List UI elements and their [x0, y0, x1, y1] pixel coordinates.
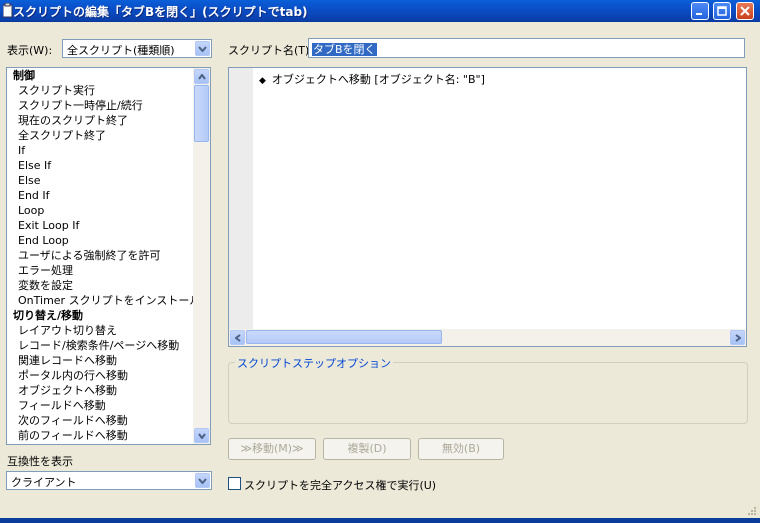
script-name-field[interactable]: タブBを閉く: [308, 38, 745, 58]
step-list-item[interactable]: レイアウト切り替え: [7, 323, 195, 338]
script-editor[interactable]: ◆ オブジェクトへ移動 [オブジェクト名: "B"]: [228, 67, 747, 347]
step-list-item[interactable]: Loop: [7, 203, 195, 218]
script-step-text: オブジェクトへ移動 [オブジェクト名: "B"]: [271, 73, 485, 86]
step-list-item[interactable]: End If: [7, 188, 195, 203]
step-list-item[interactable]: 変数を設定: [7, 278, 195, 293]
full-access-label[interactable]: スクリプトを完全アクセス権で実行(U): [244, 477, 436, 493]
chevron-left-icon: [234, 333, 241, 342]
step-handle-icon[interactable]: ◆: [259, 76, 266, 86]
step-options-group: スクリプトステップオプション: [228, 355, 748, 424]
chevron-down-icon[interactable]: [195, 41, 210, 56]
duplicate-button[interactable]: 複製(D): [323, 438, 411, 460]
script-name-value: タブBを閉く: [312, 43, 377, 56]
step-category[interactable]: 切り替え/移動: [7, 308, 195, 323]
step-list-item[interactable]: 次のフィールドへ移動: [7, 413, 195, 428]
step-list-item[interactable]: ユーザによる強制終了を許可: [7, 248, 195, 263]
script-steps-list[interactable]: 制御 スクリプト実行 スクリプト一時停止/続行 現在のスクリプト終了 全スクリプト終了 I…: [6, 67, 211, 445]
compat-label: 互換性を表示: [7, 455, 73, 468]
maximize-icon: [717, 6, 727, 16]
steps-list-items: 制御 スクリプト実行 スクリプト一時停止/続行 現在のスクリプト終了 全スクリプト終了 I…: [7, 68, 200, 443]
minimize-button[interactable]: [691, 2, 709, 20]
chevron-down-icon: [197, 432, 206, 439]
close-icon: [740, 6, 750, 16]
step-list-item[interactable]: スクリプト一時停止/続行: [7, 98, 195, 113]
view-selected-value: 全スクリプト(種類順): [67, 44, 175, 57]
step-list-item[interactable]: Else: [7, 173, 195, 188]
step-list-item[interactable]: 関連レコードへ移動: [7, 353, 195, 368]
taskbar-edge: [0, 518, 760, 523]
script-step-line[interactable]: ◆ オブジェクトへ移動 [オブジェクト名: "B"]: [259, 71, 485, 87]
scroll-thumb[interactable]: [194, 85, 209, 142]
move-button[interactable]: ≫移動(M)≫: [228, 438, 316, 460]
step-list-item[interactable]: 現在のスクリプト終了: [7, 113, 195, 128]
view-label: 表示(W):: [7, 44, 53, 57]
window-title: スクリプトの編集「タブBを閉く」(スクリプトでtab): [13, 5, 308, 19]
close-button[interactable]: [736, 2, 754, 20]
step-list-item[interactable]: End Loop: [7, 233, 195, 248]
compat-selected-value: クライアント: [11, 476, 77, 489]
step-list-item[interactable]: If: [7, 143, 195, 158]
scroll-left-button[interactable]: [230, 330, 245, 345]
editor-gutter: [229, 68, 253, 331]
step-list-item[interactable]: Exit Loop If: [7, 218, 195, 233]
step-list-item[interactable]: レコード/検索条件/ページへ移動: [7, 338, 195, 353]
step-list-item[interactable]: エラー処理: [7, 263, 195, 278]
h-scroll-thumb[interactable]: [246, 330, 442, 344]
chevron-down-icon[interactable]: [195, 473, 210, 488]
step-category[interactable]: 制御: [7, 68, 195, 83]
title-bar[interactable]: スクリプトの編集「タブBを閉く」(スクリプトでtab): [0, 0, 760, 22]
step-list-item[interactable]: ポータル内の行へ移動: [7, 368, 195, 383]
step-list-item[interactable]: 全スクリプト終了: [7, 128, 195, 143]
full-access-checkbox[interactable]: [228, 477, 241, 490]
compat-select[interactable]: クライアント: [6, 471, 212, 490]
step-list-item[interactable]: フィールドへ移動: [7, 398, 195, 413]
disable-button[interactable]: 無効(B): [418, 438, 504, 460]
resize-grip-icon[interactable]: [746, 505, 756, 515]
step-list-item[interactable]: オブジェクトへ移動: [7, 383, 195, 398]
chevron-right-icon: [734, 333, 741, 342]
scroll-down-button[interactable]: [194, 428, 209, 443]
scroll-right-button[interactable]: [730, 330, 745, 345]
chevron-up-icon: [197, 73, 206, 80]
step-list-item[interactable]: Else If: [7, 158, 195, 173]
script-name-label: スクリプト名(T):: [228, 44, 314, 57]
scroll-up-button[interactable]: [194, 69, 209, 84]
step-list-item[interactable]: OnTimer スクリプトをインストール: [7, 293, 200, 308]
view-select[interactable]: 全スクリプト(種類順): [62, 39, 212, 58]
maximize-button[interactable]: [713, 2, 731, 20]
editor-h-scrollbar[interactable]: [229, 329, 746, 346]
step-list-item[interactable]: 前のフィールドへ移動: [7, 428, 195, 443]
step-options-title: スクリプトステップオプション: [235, 355, 393, 371]
step-list-item[interactable]: スクリプト実行: [7, 83, 195, 98]
steps-list-scrollbar[interactable]: [193, 68, 210, 444]
minimize-icon: [696, 13, 702, 15]
